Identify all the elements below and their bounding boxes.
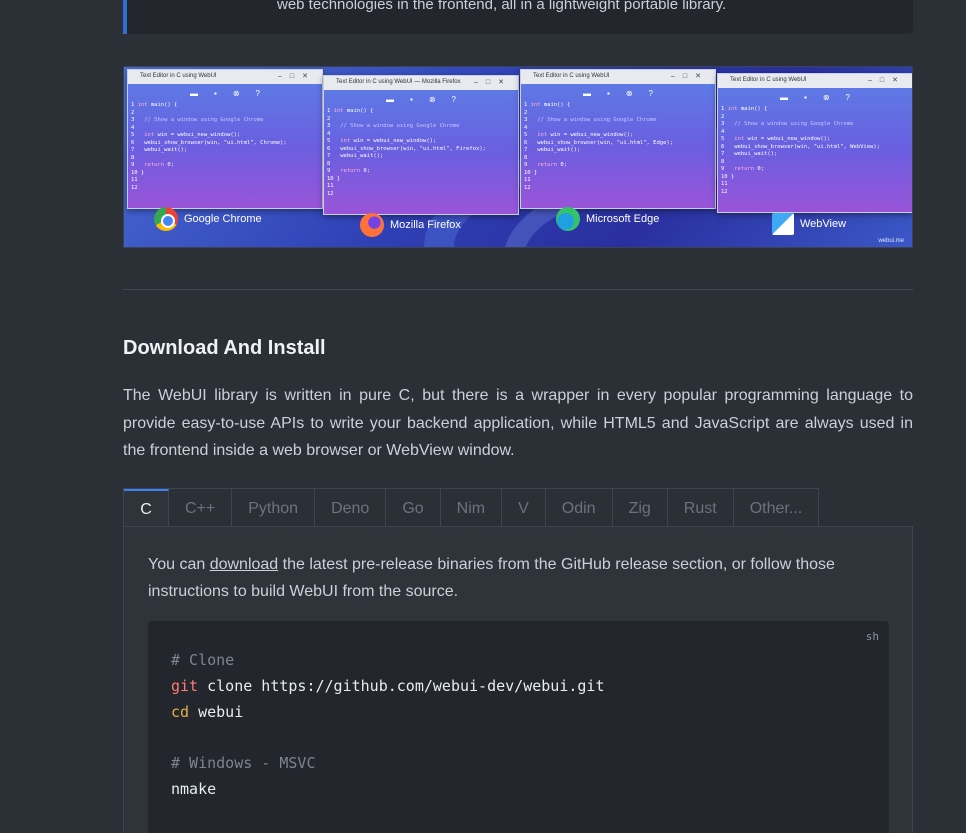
help-icon: ? [451, 94, 456, 104]
close-file-icon: ⊗ [822, 92, 830, 102]
close-file-icon: ⊗ [625, 88, 633, 98]
panel-text: You can download the latest pre-release … [148, 556, 835, 600]
tab-deno[interactable]: Deno [315, 489, 387, 528]
section-paragraph: The WebUI library is written in pure C, … [123, 387, 913, 459]
editor-window-chrome: Text Editor in C using WebUI –□✕ ▬ ▪ ⊗? 1 i… [127, 69, 323, 209]
tab-cpp[interactable]: C++ [169, 489, 233, 528]
window-title: Text Editor in C using WebUI — Mozilla F… [336, 79, 461, 85]
close-file-icon: ⊗ [232, 88, 240, 98]
window-title: Text Editor in C using WebUI [140, 73, 217, 79]
chrome-logo-icon [154, 207, 178, 231]
edge-logo-icon [556, 207, 580, 231]
tab-other[interactable]: Other... [733, 489, 819, 528]
save-icon: ▪ [804, 92, 807, 102]
language-tabs: C C++ Python Deno Go Nim V Odin Zig Rust… [123, 488, 820, 529]
browser-label-chrome: Google Chrome [154, 207, 262, 231]
tab-go[interactable]: Go [386, 489, 441, 528]
firefox-logo-icon [360, 213, 384, 237]
quote-text: web technologies in the frontend, all in… [277, 0, 727, 13]
help-icon: ? [255, 88, 260, 98]
window-title: Text Editor in C using WebUI [533, 73, 610, 79]
tab-python[interactable]: Python [232, 489, 316, 528]
folder-icon: ▬ [190, 88, 198, 98]
folder-icon: ▬ [780, 92, 788, 102]
editor-toolbar: ▬ ▪ ⊗? [128, 84, 322, 102]
download-link[interactable]: download [210, 556, 279, 573]
tab-rust[interactable]: Rust [667, 489, 734, 528]
tab-v[interactable]: V [502, 489, 546, 528]
section-divider [123, 289, 913, 290]
tab-zig[interactable]: Zig [612, 489, 668, 528]
help-icon: ? [648, 88, 653, 98]
editor-window-firefox: Text Editor in C using WebUI — Mozilla F… [323, 75, 519, 215]
code-content[interactable]: # Clone git clone https://github.com/web… [171, 648, 604, 803]
tab-nim[interactable]: Nim [440, 489, 503, 528]
browser-label-webview: WebView [772, 213, 846, 235]
folder-icon: ▬ [386, 94, 394, 104]
editor-window-webview: Text Editor in C using WebUI –□✕ ▬ ▪ ⊗? 1 i… [717, 73, 912, 213]
close-file-icon: ⊗ [428, 94, 436, 104]
code-block: sh # Clone git clone https://github.com/… [148, 621, 889, 833]
quote-block: web technologies in the frontend, all in… [123, 0, 913, 34]
hero-watermark: webui.me [878, 238, 904, 244]
folder-icon: ▬ [583, 88, 591, 98]
tab-odin[interactable]: Odin [545, 489, 613, 528]
save-icon: ▪ [214, 88, 217, 98]
window-title: Text Editor in C using WebUI [730, 77, 807, 83]
editor-window-edge: Text Editor in C using WebUI –□✕ ▬ ▪ ⊗? 1 i… [520, 69, 716, 209]
browser-label-firefox: Mozilla Firefox [360, 213, 461, 237]
browser-label-edge: Microsoft Edge [556, 207, 659, 231]
save-icon: ▪ [607, 88, 610, 98]
help-icon: ? [845, 92, 850, 102]
section-heading: Download And Install [123, 337, 326, 359]
webview-logo-icon [772, 213, 794, 235]
code-language-label: sh [865, 630, 879, 643]
save-icon: ▪ [410, 94, 413, 104]
tab-c[interactable]: C [124, 489, 169, 529]
hero-image: Text Editor in C using WebUI –□✕ ▬ ▪ ⊗? 1 i… [123, 66, 913, 248]
code-snippet: 1 int main() { 2 3 // Show a window usin… [131, 102, 287, 191]
tab-panel-c: You can download the latest pre-release … [123, 526, 913, 833]
